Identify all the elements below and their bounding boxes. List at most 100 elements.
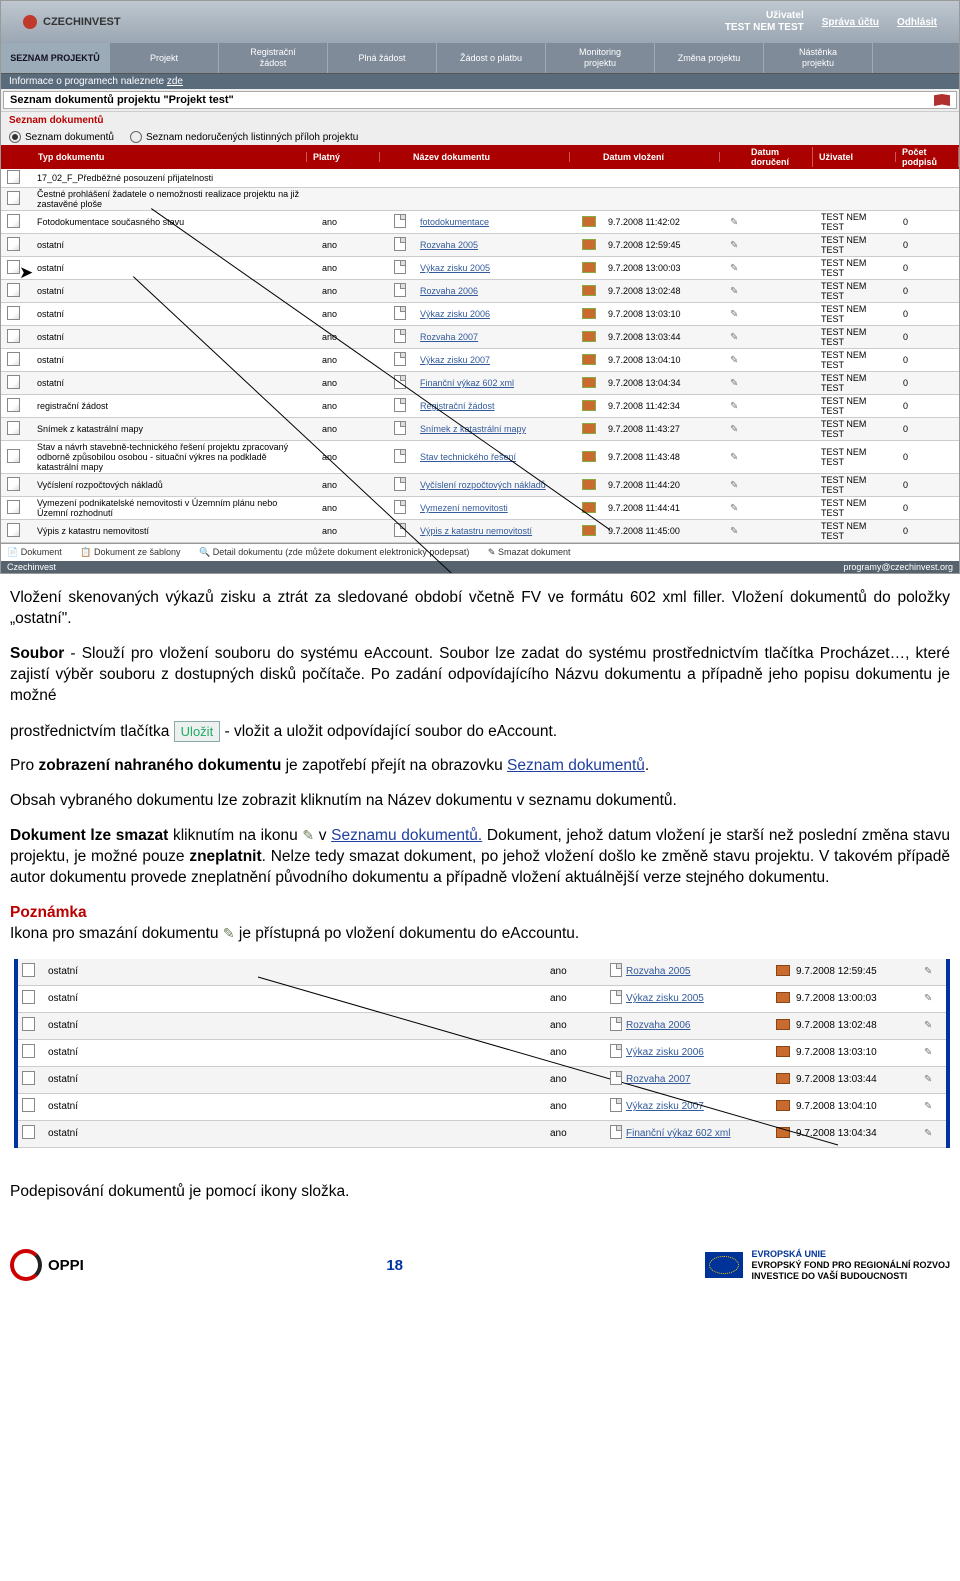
folder-icon[interactable] xyxy=(582,331,596,342)
pencil-icon[interactable]: ✎ xyxy=(924,1128,932,1139)
doc-link[interactable]: Finanční výkaz 602 xml xyxy=(420,378,514,388)
doc-link[interactable]: Výkaz zisku 2005 xyxy=(420,263,490,273)
doc-link[interactable]: Výkaz zisku 2005 xyxy=(626,993,704,1004)
pencil-icon[interactable]: ✎ xyxy=(730,424,738,435)
cell-user: TEST NEM TEST xyxy=(815,395,897,417)
doc-link[interactable]: Výkaz zisku 2006 xyxy=(626,1047,704,1058)
doc-link[interactable]: Vyčíslení rozpočtových nákladů xyxy=(420,480,546,490)
cell-name: Stav a návrh stavebně-technického řešení… xyxy=(31,441,316,473)
cell-name: ostatní xyxy=(31,331,316,343)
cell-platny: ano xyxy=(316,239,388,251)
info-link[interactable]: zde xyxy=(167,76,183,87)
radio-seznam-dokumentu[interactable]: Seznam dokumentů xyxy=(9,131,114,143)
doc-link[interactable]: Rozvaha 2006 xyxy=(420,286,478,296)
pencil-icon[interactable]: ✎ xyxy=(924,1020,932,1031)
tab-2[interactable]: Registračnížádost xyxy=(219,43,328,73)
pencil-icon[interactable]: ✎ xyxy=(924,993,932,1004)
folder-icon[interactable] xyxy=(776,1073,790,1084)
folder-icon[interactable] xyxy=(582,354,596,365)
eu-line: INVESTICE DO VAŠÍ BUDOUCNOSTI xyxy=(751,1271,950,1282)
pencil-icon[interactable]: ✎ xyxy=(730,503,738,514)
radio-nedorucene[interactable]: Seznam nedoručených listinných příloh pr… xyxy=(130,131,358,143)
action-detail[interactable]: 🔍 Detail dokumentu (zde můžete dokument … xyxy=(199,547,477,557)
doc-link[interactable]: Výpis z katastru nemovitostí xyxy=(420,526,532,536)
logout-link[interactable]: Odhlásit xyxy=(897,17,937,28)
doc-link[interactable]: Výkaz zisku 2007 xyxy=(626,1101,704,1112)
pencil-icon[interactable]: ✎ xyxy=(924,1047,932,1058)
cell-platny: ano xyxy=(316,216,388,228)
table-row: Fotodokumentace současného stavuanofotod… xyxy=(1,211,959,234)
cell-date: 9.7.2008 13:04:10 xyxy=(796,1101,924,1112)
pencil-icon[interactable]: ✎ xyxy=(730,240,738,251)
tab-6[interactable]: Změna projektu xyxy=(655,43,764,73)
tab-1[interactable]: Projekt xyxy=(110,43,219,73)
folder-icon[interactable] xyxy=(582,525,596,536)
folder-icon[interactable] xyxy=(776,965,790,976)
pencil-icon[interactable]: ✎ xyxy=(730,332,738,343)
action-smazat[interactable]: ✎ Smazat dokument xyxy=(488,547,579,557)
folder-icon[interactable] xyxy=(582,262,596,273)
doc-link[interactable]: Rozvaha 2005 xyxy=(420,240,478,250)
pencil-icon[interactable]: ✎ xyxy=(730,263,738,274)
folder-icon[interactable] xyxy=(776,1127,790,1138)
folder-icon[interactable] xyxy=(582,451,596,462)
folder-icon[interactable] xyxy=(582,285,596,296)
cell-ano: ano xyxy=(550,1128,610,1139)
cell-user: TEST NEM TEST xyxy=(815,234,897,256)
action-dokument[interactable]: 📄 Dokument xyxy=(7,547,70,557)
cell-date: 9.7.2008 13:00:03 xyxy=(796,993,924,1004)
cell-ano: ano xyxy=(550,966,610,977)
pencil-icon[interactable]: ✎ xyxy=(924,966,932,977)
pencil-icon[interactable]: ✎ xyxy=(730,309,738,320)
pencil-icon[interactable]: ✎ xyxy=(730,217,738,228)
doc-link[interactable]: Výkaz zisku 2006 xyxy=(420,309,490,319)
folder-icon[interactable] xyxy=(582,308,596,319)
radio-label: Seznam dokumentů xyxy=(25,132,114,143)
cell-nazev: Rozvaha 2007 xyxy=(414,331,576,343)
pencil-icon[interactable]: ✎ xyxy=(730,401,738,412)
doc-link[interactable]: Vymezení nemovitosti xyxy=(420,503,508,513)
doc-link[interactable]: Rozvaha 2006 xyxy=(626,1020,691,1031)
folder-icon[interactable] xyxy=(776,992,790,1003)
pencil-icon[interactable]: ✎ xyxy=(730,378,738,389)
folder-icon[interactable] xyxy=(776,1100,790,1111)
account-link[interactable]: Správa účtu xyxy=(822,17,879,28)
folder-icon[interactable] xyxy=(582,479,596,490)
doc-link[interactable]: Rozvaha 2007 xyxy=(626,1074,691,1085)
doc-link[interactable]: Rozvaha 2005 xyxy=(626,966,691,977)
pencil-icon[interactable]: ✎ xyxy=(730,355,738,366)
folder-icon[interactable] xyxy=(776,1019,790,1030)
cell-user: TEST NEM TEST xyxy=(815,280,897,302)
cell-pocet: 0 xyxy=(897,451,959,463)
ulozit-button[interactable]: Uložit xyxy=(174,721,221,743)
cell-pocet: 0 xyxy=(897,377,959,389)
seznam-dokumentu-link[interactable]: Seznamu dokumentů. xyxy=(331,827,482,844)
tab-3[interactable]: Plná žádost xyxy=(328,43,437,73)
folder-icon[interactable] xyxy=(582,377,596,388)
folder-icon[interactable] xyxy=(582,400,596,411)
tab-4[interactable]: Žádost o platbu xyxy=(437,43,546,73)
doc-link[interactable]: Finanční výkaz 602 xml xyxy=(626,1128,731,1139)
seznam-dokumentu-link[interactable]: Seznam dokumentů xyxy=(507,757,645,774)
folder-icon[interactable] xyxy=(582,423,596,434)
folder-icon[interactable] xyxy=(582,216,596,227)
pencil-icon[interactable]: ✎ xyxy=(924,1101,932,1112)
cell-nazev xyxy=(414,177,576,179)
tab-5[interactable]: Monitoringprojektu xyxy=(546,43,655,73)
pencil-icon[interactable]: ✎ xyxy=(730,480,738,491)
pencil-icon[interactable]: ✎ xyxy=(730,526,738,537)
tab-0[interactable]: SEZNAM PROJEKTŮ xyxy=(1,43,110,73)
pencil-icon[interactable]: ✎ xyxy=(730,286,738,297)
folder-icon[interactable] xyxy=(582,239,596,250)
pencil-icon[interactable]: ✎ xyxy=(924,1074,932,1085)
note-heading: Poznámka xyxy=(10,904,87,921)
cell-datum: 9.7.2008 13:02:48 xyxy=(602,285,724,297)
pencil-icon[interactable]: ✎ xyxy=(730,452,738,463)
doc-link[interactable]: Výkaz zisku 2007 xyxy=(420,355,490,365)
tab-7[interactable]: Nástěnkaprojektu xyxy=(764,43,873,73)
cell-nazev: Finanční výkaz 602 xml xyxy=(414,377,576,389)
doc-link[interactable]: Rozvaha 2007 xyxy=(420,332,478,342)
action-sablona[interactable]: 📋 Dokument ze šablony xyxy=(80,547,188,557)
folder-icon[interactable] xyxy=(776,1046,790,1057)
doc-link[interactable]: fotodokumentace xyxy=(420,217,489,227)
